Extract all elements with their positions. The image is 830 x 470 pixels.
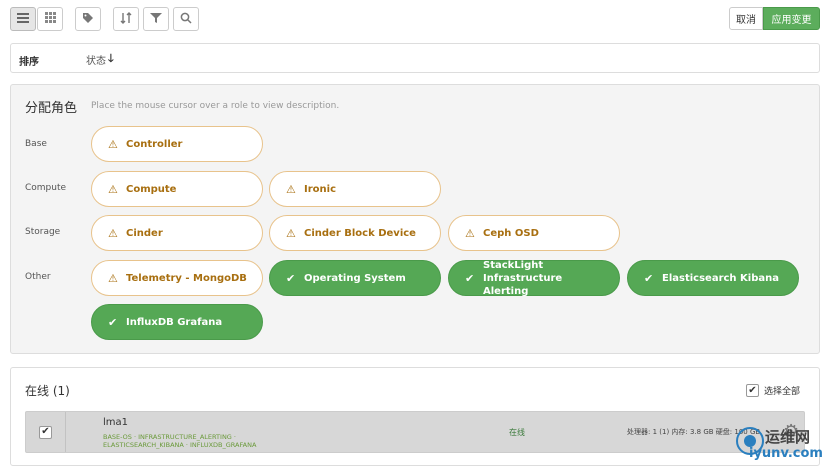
role-label: Elasticsearch Kibana: [662, 272, 779, 284]
role-label: Cinder: [126, 227, 163, 239]
warning-icon: ⚠: [108, 271, 118, 285]
role-label: Controller: [126, 138, 183, 150]
node-checkbox[interactable]: ✔: [39, 425, 52, 439]
role-label: Ironic: [304, 183, 336, 195]
watermark-text: 运维网: [765, 428, 811, 446]
filter-icon: [150, 12, 162, 27]
role-influxdb-grafana[interactable]: ✔ InfluxDB Grafana: [91, 304, 263, 340]
node-status: 在线: [509, 428, 525, 437]
group-label-base: Base: [25, 139, 47, 149]
node-checkbox-cell: ✔: [26, 412, 66, 452]
list-view-button[interactable]: [10, 7, 36, 31]
group-label-compute: Compute: [25, 183, 67, 193]
warning-icon: ⚠: [108, 182, 118, 196]
sort-bar: 排序 状态 🡓: [10, 43, 820, 73]
sort-down-arrow-icon[interactable]: 🡓: [108, 50, 114, 69]
online-title: 在线 (1): [25, 384, 70, 398]
role-compute[interactable]: ⚠ Compute: [91, 171, 263, 207]
grid-view-button[interactable]: [37, 7, 63, 31]
node-name[interactable]: lma1: [103, 417, 128, 428]
role-operating-system[interactable]: ✔ Operating System: [269, 260, 441, 296]
role-ceph-osd[interactable]: ⚠ Ceph OSD: [448, 215, 620, 251]
role-elasticsearch-kibana[interactable]: ✔ Elasticsearch Kibana: [627, 260, 799, 296]
node-row[interactable]: ✔ lma1 BASE-OS · INFRASTRUCTURE_ALERTING…: [25, 411, 805, 453]
search-button[interactable]: [173, 7, 199, 31]
role-label: Cinder Block Device: [304, 227, 416, 239]
panel-hint: Place the mouse cursor over a role to vi…: [91, 101, 340, 111]
panel-title: 分配角色: [25, 101, 78, 116]
select-all-checkbox[interactable]: ✔: [746, 384, 759, 397]
sort-icon: [120, 11, 132, 27]
apply-changes-button[interactable]: 应用变更: [763, 7, 820, 30]
warning-icon: ⚠: [286, 226, 296, 240]
assign-roles-panel: 分配角色 Place the mouse cursor over a role …: [10, 84, 820, 354]
role-cinder-block-device[interactable]: ⚠ Cinder Block Device: [269, 215, 441, 251]
role-stacklight-alerting[interactable]: ✔ StackLight Infrastructure Alerting: [448, 259, 620, 297]
watermark-logo: 运维网 iyunv.com: [735, 424, 827, 466]
select-all-label: 选择全部: [764, 387, 801, 397]
checkmark-icon: ✔: [108, 315, 118, 329]
warning-icon: ⚠: [108, 137, 118, 151]
tag-button[interactable]: [75, 7, 101, 31]
watermark-url: iyunv.com: [749, 446, 823, 461]
cancel-button[interactable]: 取消: [729, 7, 763, 30]
role-label: InfluxDB Grafana: [126, 316, 223, 328]
role-ironic[interactable]: ⚠ Ironic: [269, 171, 441, 207]
role-label: StackLight Infrastructure Alerting: [483, 259, 563, 297]
warning-icon: ⚠: [286, 182, 296, 196]
tag-icon: [82, 12, 94, 27]
online-nodes-panel: 在线 (1) ✔ 选择全部 ✔ lma1 BASE-OS · INFRASTRU…: [10, 367, 820, 466]
node-roles: BASE-OS · INFRASTRUCTURE_ALERTING · ELAS…: [103, 433, 257, 449]
group-label-storage: Storage: [25, 227, 61, 237]
warning-icon: ⚠: [108, 226, 118, 240]
sort-label: 排序: [19, 57, 39, 68]
role-label: Ceph OSD: [483, 227, 539, 239]
list-view-icon: [17, 12, 29, 26]
role-label: Compute: [126, 183, 177, 195]
checkmark-icon: ✔: [644, 271, 654, 285]
group-label-other: Other: [25, 272, 51, 282]
grid-view-icon: [44, 12, 56, 26]
checkmark-icon: ✔: [465, 271, 475, 285]
sort-by-status[interactable]: 状态: [86, 52, 106, 67]
role-controller[interactable]: ⚠ Controller: [91, 126, 263, 162]
filter-button[interactable]: [143, 7, 169, 31]
search-icon: [180, 12, 192, 27]
warning-icon: ⚠: [465, 226, 475, 240]
toolbar: 取消 应用变更: [0, 0, 830, 38]
checkmark-icon: ✔: [286, 271, 296, 285]
role-telemetry-mongodb[interactable]: ⚠ Telemetry - MongoDB: [91, 260, 263, 296]
sort-button[interactable]: [113, 7, 139, 31]
role-label: Operating System: [304, 272, 406, 284]
select-all[interactable]: ✔ 选择全部: [746, 384, 800, 397]
role-cinder[interactable]: ⚠ Cinder: [91, 215, 263, 251]
role-label: Telemetry - MongoDB: [126, 272, 247, 284]
